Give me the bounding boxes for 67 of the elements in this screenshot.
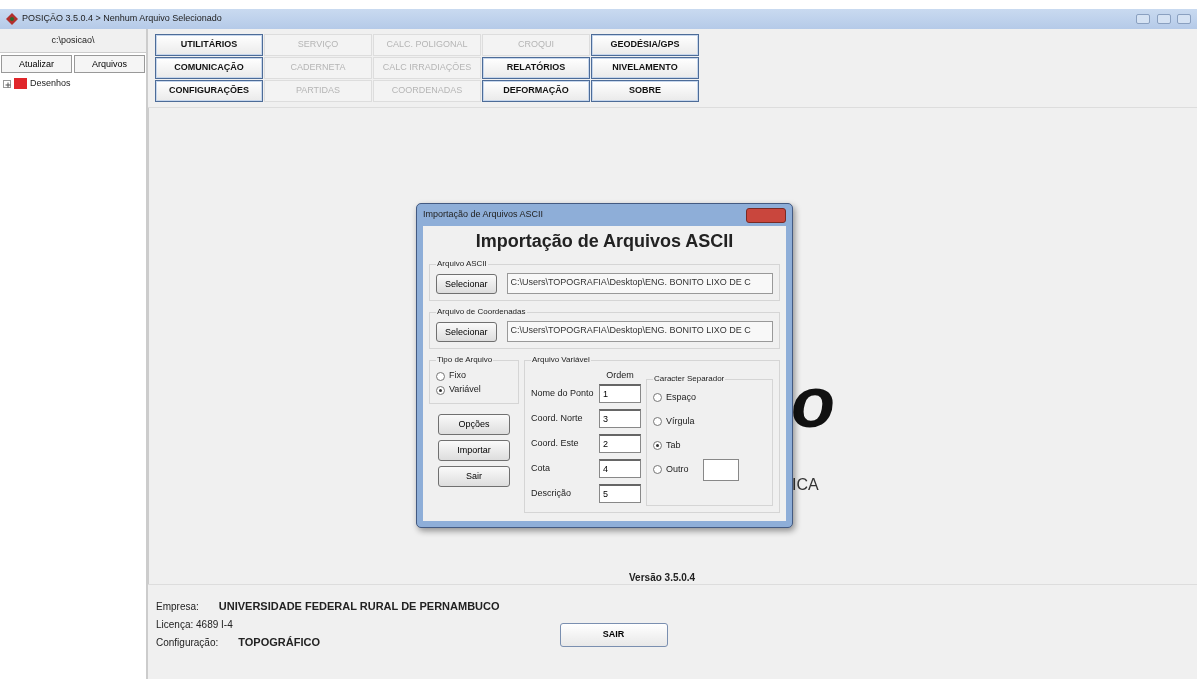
- radio-button[interactable]: [653, 393, 662, 402]
- menu-button[interactable]: CONFIGURAÇÕES: [155, 80, 263, 102]
- radio-button[interactable]: [653, 441, 662, 450]
- radio-button[interactable]: [436, 371, 445, 381]
- radio-button[interactable]: [436, 385, 445, 395]
- version-label: Versão 3.5.0.4: [629, 571, 696, 585]
- path-field[interactable]: C:\Users\TOPOGRAFIA\Desktop\ENG. BONITO LIXO DE C: [506, 321, 773, 342]
- path-field[interactable]: C:\Users\TOPOGRAFIA\Desktop\ENG. BONITO LIXO DE C: [506, 273, 773, 294]
- field-label: Empresa:: [156, 599, 199, 614]
- radio-button[interactable]: [653, 417, 662, 426]
- radio-label: Fixo: [449, 369, 466, 383]
- order-field[interactable]: 5: [599, 484, 641, 503]
- logo-subtitle: ICA: [792, 475, 819, 495]
- close-button[interactable]: [1177, 14, 1191, 24]
- field-label: Cota: [531, 461, 551, 475]
- group-label: Tipo de Arquivo: [436, 355, 494, 365]
- radio-label: Espaço: [666, 390, 697, 404]
- dialog-button[interactable]: Opções: [438, 414, 510, 435]
- text-field[interactable]: [702, 458, 739, 481]
- order-field[interactable]: 4: [599, 459, 641, 478]
- group-label: Caracter Separador: [653, 374, 726, 384]
- maximize-button[interactable]: [1156, 14, 1171, 24]
- group-label: Arquivo Variável: [531, 355, 591, 365]
- config-value: TOPOGRÁFICO: [238, 634, 320, 650]
- menu-button[interactable]: NIVELAMENTO: [591, 57, 699, 79]
- radio-label: Variável: [449, 383, 481, 397]
- select-button[interactable]: Selecionar: [436, 321, 497, 342]
- column-header: Ordem: [605, 369, 635, 381]
- app-icon: [6, 13, 18, 25]
- group-label: Arquivo de Coordenadas: [436, 307, 527, 317]
- menu-button[interactable]: RELATÓRIOS: [482, 57, 590, 79]
- company-name: UNIVERSIDADE FEDERAL RURAL DE PERNAMBUCO: [218, 598, 500, 614]
- group-label: Arquivo ASCII: [436, 259, 488, 269]
- window-title: POSIÇÃO 3.5.0.4 > Nenhum Arquivo Selecionado: [22, 12, 222, 26]
- order-field[interactable]: 3: [599, 409, 641, 428]
- folder-icon: [14, 78, 27, 90]
- field-label: Descrição: [531, 486, 572, 500]
- menu-button[interactable]: UTILITÁRIOS: [155, 34, 263, 56]
- select-button[interactable]: Selecionar: [436, 273, 497, 294]
- tree-item[interactable]: Desenhos: [30, 77, 71, 91]
- dialog-heading: Importação de Arquivos ASCII: [474, 230, 735, 253]
- dialog-title: Importação de Arquivos ASCII: [423, 208, 544, 222]
- sidebar-button[interactable]: Atualizar: [1, 55, 72, 73]
- order-field[interactable]: 1: [599, 384, 641, 403]
- menu-button[interactable]: SOBRE: [591, 80, 699, 102]
- order-field[interactable]: 2: [599, 434, 641, 453]
- close-button[interactable]: [746, 207, 786, 223]
- field-label: Coord. Norte: [531, 411, 584, 425]
- radio-label: Outro: [666, 462, 689, 476]
- field-label: Coord. Este: [531, 436, 580, 450]
- expand-toggle[interactable]: [3, 79, 11, 88]
- sidebar-button[interactable]: Arquivos: [74, 55, 145, 73]
- exit-button[interactable]: SAIR: [559, 623, 668, 647]
- field-label: Configuração:: [156, 635, 219, 650]
- menu-button[interactable]: COMUNICAÇÃO: [155, 57, 263, 79]
- dialog-button[interactable]: Importar: [438, 440, 510, 461]
- field-label: Nome do Ponto: [531, 386, 595, 400]
- radio-label: Vírgula: [666, 414, 695, 428]
- menu-button[interactable]: GEODÉSIA/GPS: [591, 34, 699, 56]
- dialog-button[interactable]: Sair: [438, 466, 510, 487]
- logo-text: o: [791, 366, 835, 438]
- menu-button[interactable]: DEFORMAÇÃO: [482, 80, 590, 102]
- path-label: c:\posicao\: [51, 33, 95, 47]
- radio-button[interactable]: [653, 465, 662, 474]
- license-label: Licença: 4689 I-4: [156, 617, 233, 632]
- radio-label: Tab: [666, 438, 681, 452]
- minimize-button[interactable]: [1136, 14, 1150, 24]
